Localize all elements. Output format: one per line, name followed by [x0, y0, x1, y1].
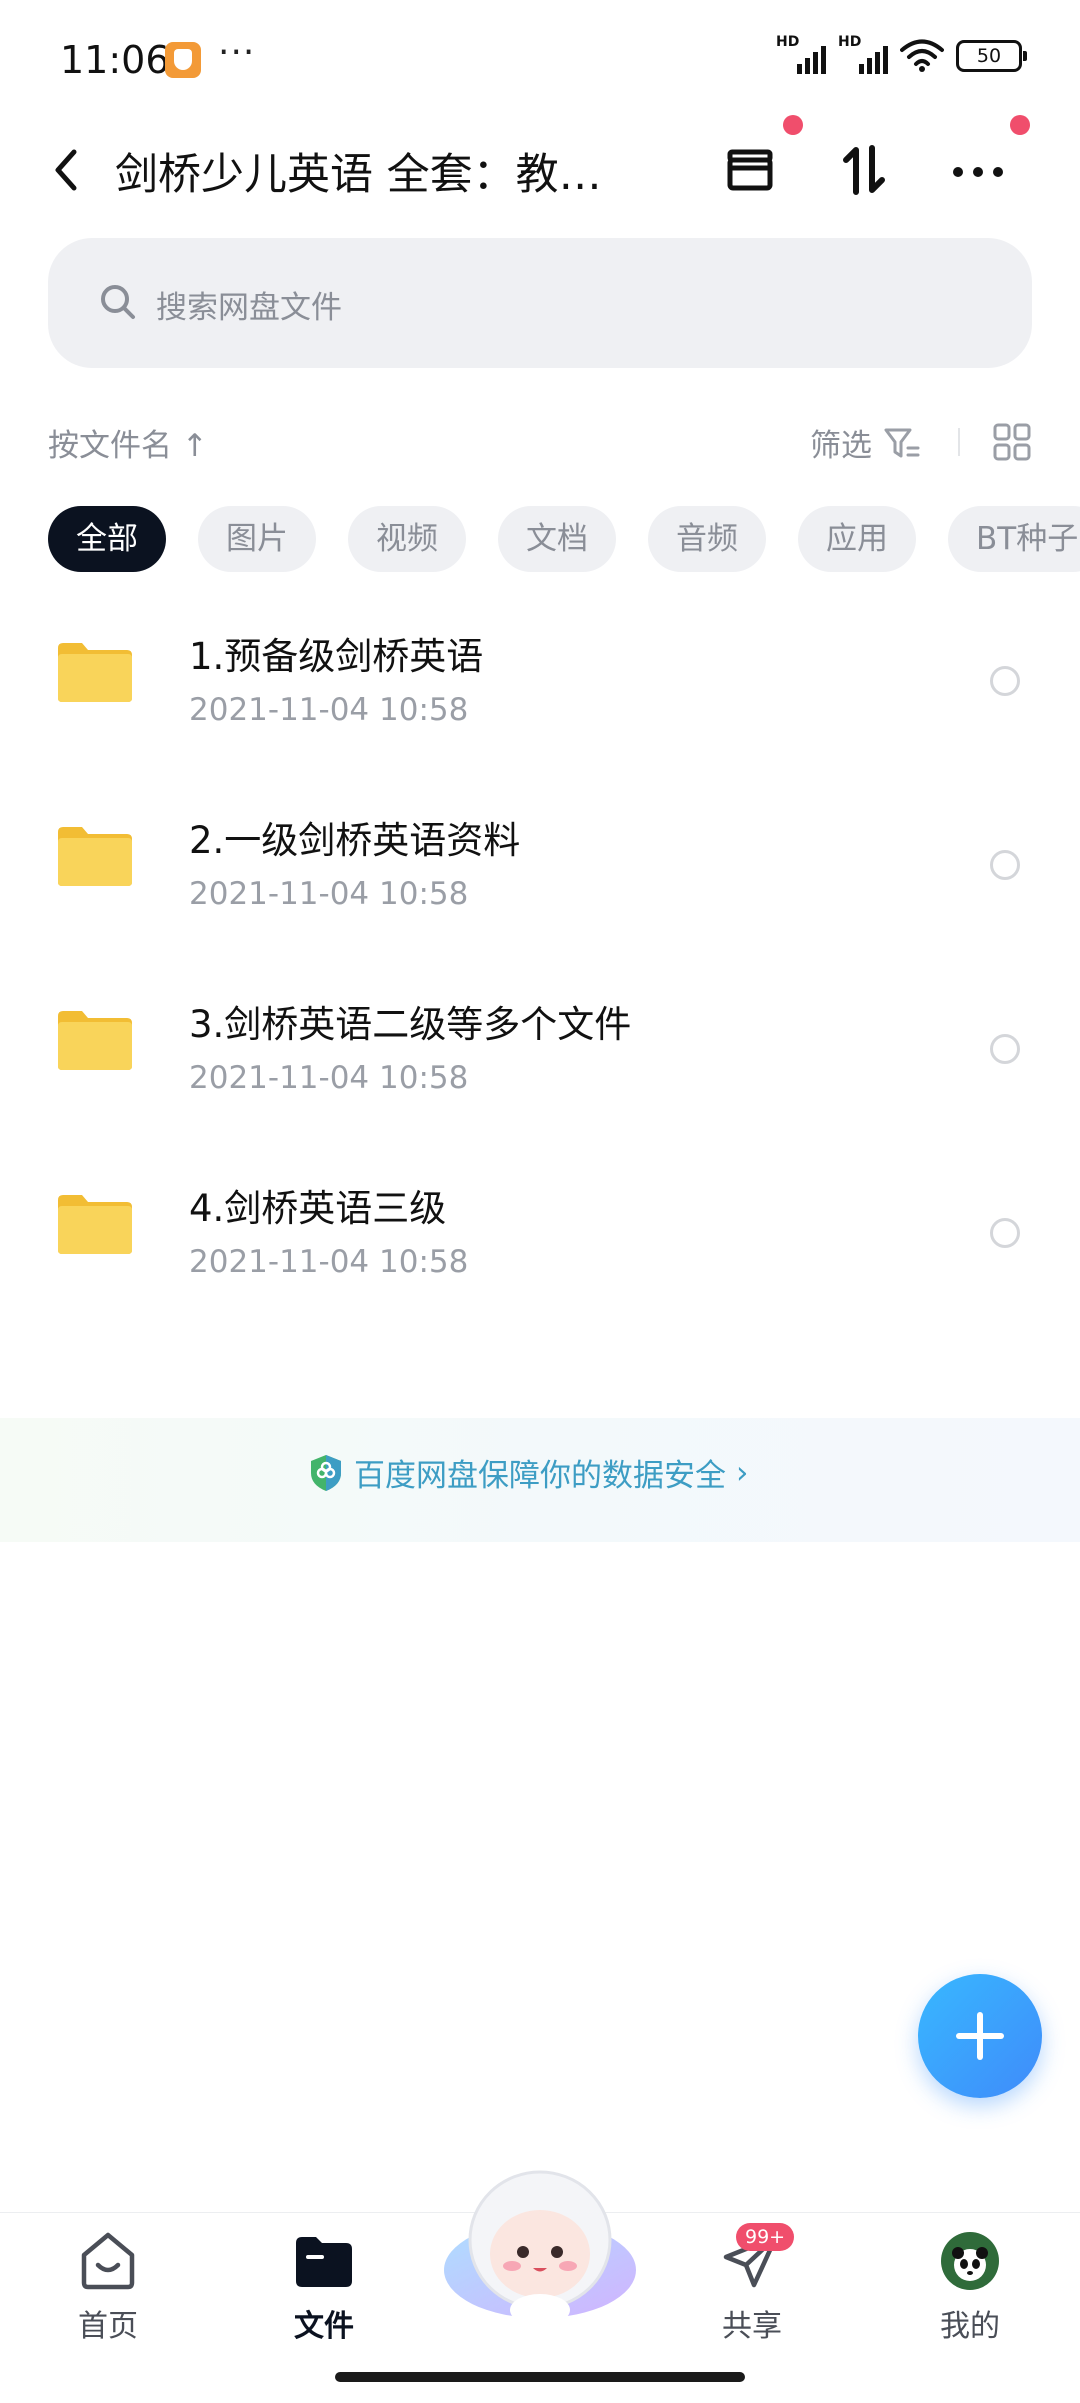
status-bar: 11:06 ··· HD HD 50	[0, 0, 1080, 120]
chip-documents[interactable]: 文档	[498, 506, 616, 572]
select-radio[interactable]	[990, 1218, 1020, 1248]
file-date: 2021-11-04 10:58	[189, 1244, 469, 1280]
back-arrow-icon[interactable]	[46, 144, 86, 196]
search-icon	[101, 285, 135, 319]
more-notification-dot	[1010, 115, 1030, 135]
home-icon	[81, 2232, 135, 2290]
tab-home-label: 首页	[78, 2309, 138, 2344]
divider	[958, 428, 960, 456]
avatar-icon	[941, 2232, 999, 2290]
tab-me-label: 我的	[940, 2309, 1000, 2344]
more-icon[interactable]	[946, 138, 1010, 202]
select-radio[interactable]	[990, 850, 1020, 880]
status-time: 11:06	[60, 38, 170, 82]
folder-icon	[58, 827, 132, 886]
chip-all[interactable]: 全部	[48, 506, 166, 572]
folder-icon	[58, 1195, 132, 1254]
file-date: 2021-11-04 10:58	[189, 692, 469, 728]
chip-images[interactable]: 图片	[198, 506, 316, 572]
chip-apps[interactable]: 应用	[798, 506, 916, 572]
tab-share-label: 共享	[722, 2309, 782, 2344]
select-radio[interactable]	[990, 1034, 1020, 1064]
share-badge: 99+	[736, 2223, 795, 2251]
file-name: 2.一级剑桥英语资料	[189, 819, 521, 862]
app-notification-icon	[165, 42, 201, 78]
wifi-icon	[900, 39, 944, 72]
sort-by-name-button[interactable]: 按文件名 ↑	[48, 420, 208, 465]
signal-2-hd-label: HD	[838, 34, 862, 50]
grid-view-icon[interactable]	[992, 422, 1032, 462]
file-type-chips: 全部 图片 视频 文档 音频 应用 BT种子	[48, 506, 1080, 572]
status-more-dots: ···	[218, 32, 256, 73]
list-item[interactable]: 1.预备级剑桥英语 2021-11-04 10:58	[0, 600, 1080, 784]
archive-box-icon[interactable]	[718, 138, 782, 202]
signal-2-icon: HD	[838, 34, 888, 74]
file-list: 1.预备级剑桥英语 2021-11-04 10:58 2.一级剑桥英语资料 20…	[0, 600, 1080, 1336]
signal-1-hd-label: HD	[776, 34, 800, 50]
list-item[interactable]: 3.剑桥英语二级等多个文件 2021-11-04 10:58	[0, 968, 1080, 1152]
file-date: 2021-11-04 10:58	[189, 1060, 469, 1096]
folder-icon	[58, 643, 132, 702]
tab-files[interactable]: 文件	[264, 2229, 384, 2345]
security-banner-text: 百度网盘保障你的数据安全	[354, 1458, 726, 1494]
tab-home[interactable]: 首页	[48, 2229, 168, 2345]
tab-me[interactable]: 我的	[910, 2229, 1030, 2345]
home-indicator[interactable]	[335, 2372, 745, 2382]
list-item[interactable]: 2.一级剑桥英语资料 2021-11-04 10:58	[0, 784, 1080, 968]
search-placeholder: 搜索网盘文件	[156, 290, 342, 326]
add-button[interactable]	[918, 1974, 1042, 2098]
chevron-right-icon: ›	[736, 1454, 749, 1491]
shield-icon	[311, 1454, 341, 1491]
battery-icon: 50	[956, 40, 1027, 72]
chip-bt-torrents[interactable]: BT种子	[948, 506, 1080, 572]
chip-audio[interactable]: 音频	[648, 506, 766, 572]
file-name: 1.预备级剑桥英语	[189, 635, 484, 678]
filter-button[interactable]: 筛选	[810, 420, 872, 465]
sort-arrows-icon[interactable]	[832, 138, 896, 202]
archive-notification-dot	[783, 115, 803, 135]
filter-icon[interactable]	[882, 426, 922, 460]
sort-filter-row: 按文件名 ↑ 筛选	[0, 410, 1080, 470]
file-date: 2021-11-04 10:58	[189, 876, 469, 912]
page-title: 剑桥少儿英语 全套：教…	[115, 150, 602, 200]
tab-files-label: 文件	[294, 2309, 354, 2344]
header: 剑桥少儿英语 全套：教…	[0, 115, 1080, 220]
mascot-assistant-icon[interactable]	[440, 2160, 640, 2330]
folder-icon	[296, 2237, 352, 2287]
file-name: 3.剑桥英语二级等多个文件	[189, 1003, 632, 1046]
select-radio[interactable]	[990, 666, 1020, 696]
chip-videos[interactable]: 视频	[348, 506, 466, 572]
file-name: 4.剑桥英语三级	[189, 1187, 447, 1230]
search-input[interactable]: 搜索网盘文件	[48, 238, 1032, 368]
status-indicators: HD HD 50	[776, 34, 1027, 74]
folder-icon	[58, 1011, 132, 1070]
security-banner[interactable]: 百度网盘保障你的数据安全 ›	[0, 1418, 1080, 1542]
tab-share[interactable]: 99+ 共享	[692, 2223, 812, 2345]
list-item[interactable]: 4.剑桥英语三级 2021-11-04 10:58	[0, 1152, 1080, 1336]
signal-1-icon: HD	[776, 34, 826, 74]
